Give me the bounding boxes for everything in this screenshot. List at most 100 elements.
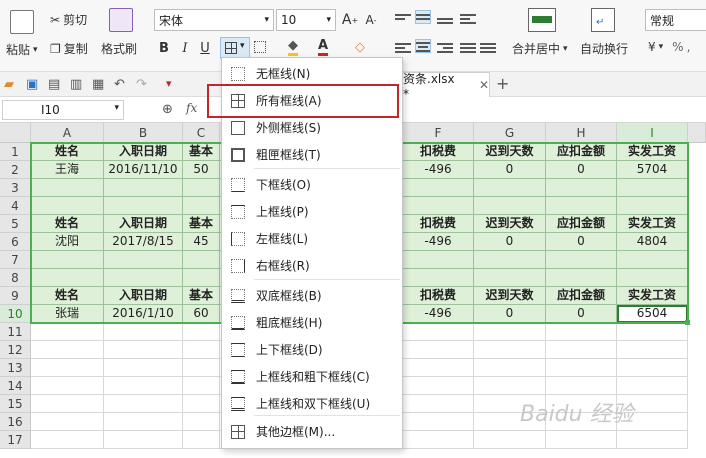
align-left-icon[interactable] — [395, 41, 411, 55]
menu-item-topbot[interactable]: 上下框线(D) — [222, 337, 402, 362]
empty-cell[interactable] — [31, 323, 104, 341]
table-cell[interactable]: 0 — [546, 233, 617, 251]
empty-cell[interactable] — [474, 269, 546, 287]
row-header-9[interactable]: 9 — [0, 287, 31, 305]
table-cell[interactable]: 0 — [546, 305, 617, 323]
fx-icon[interactable]: fx — [186, 101, 197, 115]
empty-cell[interactable] — [104, 197, 183, 215]
row-header-15[interactable]: 15 — [0, 395, 31, 413]
merge-center-button[interactable]: 合并居中 ▾ — [512, 40, 568, 57]
empty-cell[interactable] — [617, 377, 688, 395]
table-cell[interactable]: 沈阳 — [31, 233, 104, 251]
empty-cell[interactable] — [31, 377, 104, 395]
print-preview-icon[interactable]: ▤ — [48, 77, 60, 92]
empty-cell[interactable] — [546, 269, 617, 287]
empty-cell[interactable] — [617, 341, 688, 359]
align-bottom-icon[interactable] — [437, 12, 453, 26]
empty-cell[interactable] — [104, 323, 183, 341]
empty-cell[interactable] — [403, 197, 474, 215]
active-cell[interactable]: 6504 — [617, 305, 688, 323]
empty-cell[interactable] — [31, 251, 104, 269]
empty-cell[interactable] — [617, 179, 688, 197]
indent-icon[interactable] — [460, 12, 476, 26]
column-header-g[interactable]: G — [474, 123, 546, 143]
empty-cell[interactable] — [183, 179, 220, 197]
table-cell[interactable]: 0 — [474, 161, 546, 179]
empty-cell[interactable] — [183, 341, 220, 359]
row-header-14[interactable]: 14 — [0, 377, 31, 395]
table-cell[interactable]: -496 — [403, 305, 474, 323]
table-cell[interactable]: 50 — [183, 161, 220, 179]
empty-cell[interactable] — [474, 251, 546, 269]
table-header-cell[interactable]: 姓名 — [31, 143, 104, 161]
empty-cell[interactable] — [546, 431, 617, 449]
align-right-icon[interactable] — [437, 41, 453, 55]
empty-cell[interactable] — [403, 395, 474, 413]
empty-cell[interactable] — [546, 377, 617, 395]
column-header-a[interactable]: A — [31, 123, 104, 143]
row-header-5[interactable]: 5 — [0, 215, 31, 233]
table-cell[interactable]: 王海 — [31, 161, 104, 179]
table-cell[interactable]: 45 — [183, 233, 220, 251]
menu-item-outside[interactable]: 外侧框线(S) — [222, 115, 402, 140]
format-painter-button[interactable]: 格式刷 — [101, 40, 137, 57]
table-header-cell[interactable]: 入职日期 — [104, 287, 183, 305]
empty-cell[interactable] — [403, 323, 474, 341]
column-header-c[interactable]: C — [183, 123, 220, 143]
table-cell[interactable]: 5704 — [617, 161, 688, 179]
table-header-cell[interactable]: 实发工资 — [617, 287, 688, 305]
row-header-16[interactable]: 16 — [0, 413, 31, 431]
table-cell[interactable]: 60 — [183, 305, 220, 323]
empty-cell[interactable] — [183, 323, 220, 341]
empty-cell[interactable] — [104, 413, 183, 431]
currency-button[interactable]: ¥ ▾%, — [648, 40, 690, 54]
fill-color-icon[interactable]: ◆ — [288, 39, 298, 56]
empty-cell[interactable] — [183, 431, 220, 449]
export-icon[interactable]: ▦ — [92, 77, 104, 92]
empty-cell[interactable] — [617, 269, 688, 287]
row-header-3[interactable]: 3 — [0, 179, 31, 197]
table-header-cell[interactable]: 实发工资 — [617, 215, 688, 233]
table-cell[interactable]: 0 — [546, 161, 617, 179]
empty-cell[interactable] — [546, 341, 617, 359]
empty-cell[interactable] — [31, 359, 104, 377]
row-header-2[interactable]: 2 — [0, 161, 31, 179]
paste-button[interactable]: 粘贴 ▾ — [6, 41, 38, 58]
table-cell[interactable]: 张瑞 — [31, 305, 104, 323]
empty-cell[interactable] — [617, 323, 688, 341]
table-cell[interactable]: -496 — [403, 233, 474, 251]
empty-cell[interactable] — [104, 395, 183, 413]
empty-cell[interactable] — [403, 179, 474, 197]
empty-cell[interactable] — [617, 197, 688, 215]
bold-button[interactable]: B — [155, 38, 173, 58]
empty-cell[interactable] — [104, 431, 183, 449]
menu-item-none[interactable]: 无框线(N) — [222, 61, 402, 86]
table-header-cell[interactable]: 迟到天数 — [474, 143, 546, 161]
menu-item-bottom[interactable]: 下框线(O) — [222, 172, 402, 197]
empty-cell[interactable] — [31, 395, 104, 413]
table-cell[interactable]: 0 — [474, 233, 546, 251]
table-cell[interactable]: 2016/1/10 — [104, 305, 183, 323]
menu-item-topdbl[interactable]: 上框线和双下框线(U) — [222, 391, 402, 416]
menu-item-right[interactable]: 右框线(R) — [222, 253, 402, 278]
empty-cell[interactable] — [474, 377, 546, 395]
empty-cell[interactable] — [183, 377, 220, 395]
font-size-select[interactable]: 10 ▾ — [276, 9, 336, 31]
column-header-f[interactable]: F — [403, 123, 474, 143]
empty-cell[interactable] — [546, 179, 617, 197]
empty-cell[interactable] — [474, 431, 546, 449]
empty-cell[interactable] — [546, 359, 617, 377]
empty-cell[interactable] — [474, 197, 546, 215]
empty-cell[interactable] — [104, 359, 183, 377]
row-header-1[interactable]: 1 — [0, 143, 31, 161]
format-painter-icon[interactable] — [109, 8, 133, 32]
row-header-4[interactable]: 4 — [0, 197, 31, 215]
empty-cell[interactable] — [183, 251, 220, 269]
table-header-cell[interactable]: 实发工资 — [617, 143, 688, 161]
new-tab-icon[interactable]: + — [496, 74, 509, 93]
empty-cell[interactable] — [31, 431, 104, 449]
table-header-cell[interactable]: 迟到天数 — [474, 215, 546, 233]
empty-cell[interactable] — [403, 413, 474, 431]
empty-cell[interactable] — [617, 359, 688, 377]
table-header-cell[interactable]: 扣税费 — [403, 215, 474, 233]
